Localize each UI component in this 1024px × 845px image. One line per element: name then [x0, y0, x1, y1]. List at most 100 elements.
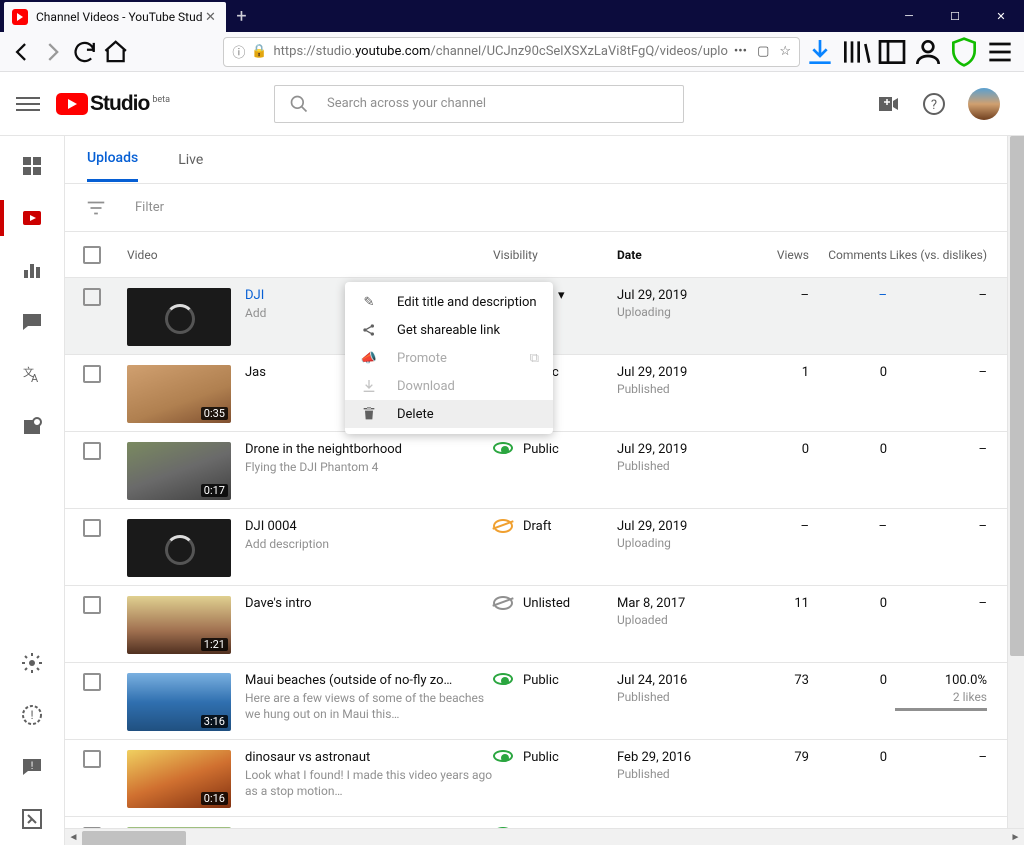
visibility-cell[interactable]: Public: [493, 750, 617, 765]
col-date[interactable]: Date: [617, 248, 745, 262]
date-label: Jul 24, 2016: [617, 673, 745, 688]
video-title[interactable]: Dave's intro: [245, 596, 493, 611]
context-menu: ✎Edit title and description Get shareabl…: [345, 282, 553, 434]
video-row[interactable]: 0:16 dinosaur vs astronaut Look what I f…: [65, 740, 1024, 817]
video-row[interactable]: 1:21 Dave's intro Unlisted Mar 8, 2017Up…: [65, 586, 1024, 663]
visibility-cell[interactable]: Draft: [493, 519, 617, 534]
col-visibility[interactable]: Visibility: [493, 248, 617, 262]
col-video[interactable]: Video: [127, 248, 493, 262]
nav-monetize-icon[interactable]: [20, 414, 44, 438]
filter-row[interactable]: Filter: [65, 184, 1024, 232]
sidebar-icon[interactable]: [876, 36, 908, 68]
nav-analytics-icon[interactable]: [20, 258, 44, 282]
nav-videos-icon[interactable]: [20, 206, 44, 230]
more-icon[interactable]: •••: [734, 44, 747, 59]
visibility-cell[interactable]: Public: [493, 442, 617, 457]
info-icon[interactable]: ⓘ: [232, 42, 245, 61]
video-thumbnail[interactable]: 0:17: [127, 442, 231, 500]
date-sub: Uploading: [617, 536, 745, 550]
nav-comments-icon[interactable]: [20, 310, 44, 334]
comments-count: 0: [809, 596, 887, 654]
content-area: Uploads Live Filter Video Visibility Dat…: [64, 136, 1024, 845]
horizontal-scrollbar[interactable]: ◄►: [65, 828, 1024, 845]
window-maximize-button[interactable]: ☐: [932, 0, 978, 32]
visibility-label: Draft: [523, 519, 552, 534]
row-checkbox[interactable]: [83, 442, 101, 460]
shield-icon[interactable]: [948, 36, 980, 68]
reload-button[interactable]: [71, 36, 98, 68]
row-checkbox[interactable]: [83, 288, 101, 306]
video-thumbnail[interactable]: 3:16: [127, 673, 231, 731]
row-checkbox[interactable]: [83, 750, 101, 768]
video-row[interactable]: DJI 0004 Add description Draft Jul 29, 2…: [65, 509, 1024, 586]
tab-live[interactable]: Live: [178, 139, 203, 181]
date-label: Mar 8, 2017: [617, 596, 745, 611]
library-icon[interactable]: [840, 36, 872, 68]
new-tab-button[interactable]: +: [226, 0, 256, 32]
help-icon[interactable]: ?: [922, 92, 946, 116]
window-close-button[interactable]: ✕: [978, 0, 1024, 32]
nav-dashboard-icon[interactable]: [20, 154, 44, 178]
video-thumbnail[interactable]: [127, 519, 231, 577]
video-thumbnail[interactable]: 1:21: [127, 596, 231, 654]
search-input[interactable]: Search across your channel: [274, 85, 684, 123]
comments-count: –: [809, 288, 887, 346]
row-checkbox[interactable]: [83, 673, 101, 691]
draft-icon: [493, 519, 513, 533]
studio-logo[interactable]: Studio beta: [56, 92, 170, 116]
menu-share[interactable]: Get shareable link: [345, 316, 553, 344]
nav-translate-icon[interactable]: 文A: [20, 362, 44, 386]
back-button[interactable]: [8, 36, 35, 68]
menu-delete[interactable]: Delete: [345, 400, 553, 428]
tab-close-icon[interactable]: ✕: [202, 10, 218, 25]
video-title[interactable]: Maui beaches (outside of no-fly zo…: [245, 673, 493, 688]
browser-tab-title: Channel Videos - YouTube Stud: [36, 10, 202, 24]
video-thumbnail[interactable]: 0:16: [127, 750, 231, 808]
home-button[interactable]: [102, 36, 129, 68]
create-video-icon[interactable]: [876, 92, 900, 116]
video-row[interactable]: 0:17 Drone in the neightborhood Flying t…: [65, 432, 1024, 509]
hamburger-icon[interactable]: [16, 92, 40, 116]
vertical-scrollbar[interactable]: [1007, 136, 1024, 829]
col-likes[interactable]: Likes (vs. dislikes): [887, 248, 997, 262]
nav-feedback-icon[interactable]: !: [20, 755, 44, 779]
window-minimize-button[interactable]: ─: [886, 0, 932, 32]
reader-icon[interactable]: ▢: [757, 44, 769, 59]
search-placeholder: Search across your channel: [327, 96, 486, 111]
visibility-cell[interactable]: Unlisted: [493, 596, 617, 611]
tab-uploads[interactable]: Uploads: [87, 137, 138, 182]
nav-creator-icon[interactable]: [20, 807, 44, 831]
nav-settings-icon[interactable]: [20, 651, 44, 675]
row-checkbox[interactable]: [83, 519, 101, 537]
avatar[interactable]: [968, 88, 1000, 120]
likes-pct: –: [887, 442, 987, 457]
row-checkbox[interactable]: [83, 365, 101, 383]
browser-tab[interactable]: Channel Videos - YouTube Stud ✕: [4, 2, 226, 32]
video-description: Here are a few views of some of the beac…: [245, 690, 493, 722]
pencil-icon: ✎: [359, 295, 379, 310]
video-thumbnail[interactable]: [127, 288, 231, 346]
url-bar[interactable]: ⓘ 🔒 https://studio.youtube.com/channel/U…: [223, 37, 800, 67]
youtube-favicon-icon: [12, 9, 28, 25]
firefox-menu-icon[interactable]: [984, 36, 1016, 68]
downloads-icon[interactable]: [804, 36, 836, 68]
duration-label: 0:17: [201, 484, 228, 497]
account-icon[interactable]: [912, 36, 944, 68]
select-all-checkbox[interactable]: [83, 246, 101, 264]
forward-button[interactable]: [39, 36, 66, 68]
video-title[interactable]: dinosaur vs astronaut: [245, 750, 493, 765]
video-row[interactable]: 3:16 Maui beaches (outside of no-fly zo……: [65, 663, 1024, 740]
megaphone-icon: 📣: [359, 351, 379, 366]
video-title[interactable]: DJI 0004: [245, 519, 493, 534]
row-checkbox[interactable]: [83, 596, 101, 614]
nav-whatsnew-icon[interactable]: !: [20, 703, 44, 727]
video-thumbnail[interactable]: 0:35: [127, 365, 231, 423]
col-views[interactable]: Views: [745, 248, 809, 262]
bookmark-star-icon[interactable]: ☆: [779, 44, 791, 59]
visibility-cell[interactable]: Public: [493, 673, 617, 688]
beta-label: beta: [152, 95, 170, 105]
video-title[interactable]: Drone in the neightborhood: [245, 442, 493, 457]
views-count: 0: [745, 442, 809, 500]
menu-edit[interactable]: ✎Edit title and description: [345, 288, 553, 316]
col-comments[interactable]: Comments: [809, 248, 887, 262]
